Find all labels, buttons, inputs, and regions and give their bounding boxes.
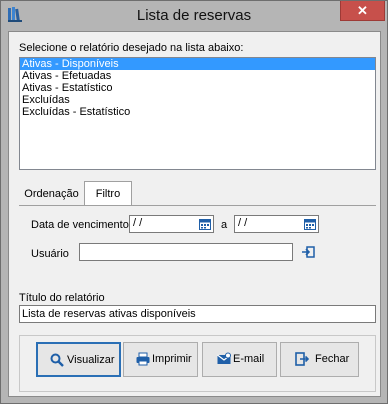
window-title: Lista de reservas — [136, 7, 252, 24]
close-icon: ✕ — [357, 3, 368, 18]
envelope-icon — [217, 352, 231, 364]
report-title-label: Título do relatório — [19, 292, 105, 304]
exit-door-icon — [295, 352, 309, 366]
title-bar[interactable]: Lista de reservas ✕ — [1, 1, 387, 31]
close-window-button[interactable]: ✕ — [340, 1, 385, 21]
user-lookup-icon[interactable] — [301, 246, 315, 258]
report-list-item[interactable]: Ativas - Efetuadas — [20, 70, 375, 82]
due-date-to-field[interactable]: / / — [234, 215, 319, 233]
report-list-item[interactable]: Excluídas — [20, 94, 375, 106]
print-button-label: Imprimir — [152, 353, 192, 365]
view-button-label: Visualizar — [67, 354, 115, 366]
report-title-field[interactable]: Lista de reservas ativas disponíveis — [19, 305, 376, 323]
report-listbox[interactable]: Ativas - Disponíveis Ativas - Efetuadas … — [19, 57, 376, 170]
printer-icon — [136, 352, 150, 366]
date-range-separator: a — [221, 219, 228, 231]
email-button[interactable]: E-mail — [202, 342, 277, 377]
report-window: Lista de reservas ✕ Selecione o relatóri… — [0, 0, 388, 404]
view-button[interactable]: Visualizar — [36, 342, 121, 377]
calendar-icon[interactable] — [199, 218, 211, 230]
close-button-label: Fechar — [315, 353, 350, 365]
report-list-prompt: Selecione o relatório desejado na lista … — [19, 42, 244, 54]
due-date-from-value: / / — [133, 217, 143, 229]
due-date-to-value: / / — [238, 217, 248, 229]
report-list-item[interactable]: Ativas - Estatístico — [20, 82, 375, 94]
report-list-item[interactable]: Ativas - Disponíveis — [20, 58, 375, 70]
due-date-from-field[interactable]: / / — [129, 215, 214, 233]
user-label: Usuário — [31, 248, 69, 260]
email-button-label: E-mail — [233, 353, 265, 365]
tab-filter[interactable]: Filtro — [84, 181, 132, 205]
due-date-label: Data de vencimento — [31, 219, 129, 231]
magnifier-icon — [50, 353, 64, 367]
print-button[interactable]: Imprimir — [123, 342, 198, 377]
calendar-icon[interactable] — [304, 218, 316, 230]
user-field[interactable] — [79, 243, 293, 261]
close-button[interactable]: Fechar — [280, 342, 359, 377]
dialog-body: Selecione o relatório desejado na lista … — [8, 31, 381, 397]
options-tabs: Ordenação Filtro — [19, 181, 376, 205]
report-list-item[interactable]: Excluídas - Estatístico — [20, 106, 375, 118]
tab-ordering[interactable]: Ordenação — [19, 184, 84, 204]
